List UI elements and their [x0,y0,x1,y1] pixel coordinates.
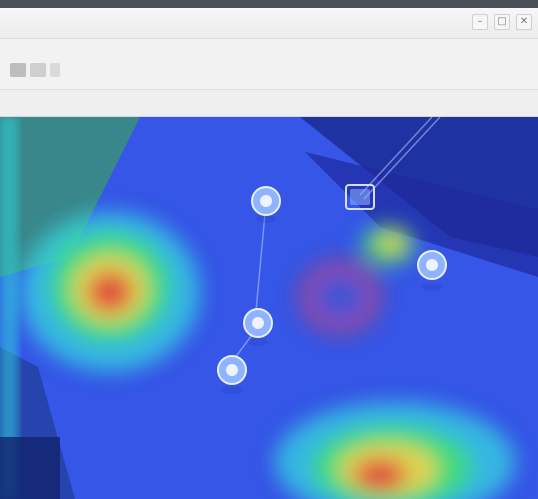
toolbar [0,39,538,90]
close-button[interactable]: ✕ [516,14,532,30]
title-bar: – □ ✕ [0,8,538,39]
back-icon[interactable] [10,63,26,77]
maximize-button[interactable]: □ [494,14,510,30]
app-window: – □ ✕ [0,0,538,499]
system-top-bar [0,0,538,8]
window-controls: – □ ✕ [472,14,532,30]
menu-icon[interactable] [50,63,60,77]
sub-toolbar [0,90,538,117]
heatmap-canvas[interactable] [0,117,538,499]
refresh-icon[interactable] [30,63,46,77]
map-corner-dark [0,437,60,499]
heatmap-viewport[interactable] [0,117,538,499]
minimize-button[interactable]: – [472,14,488,30]
